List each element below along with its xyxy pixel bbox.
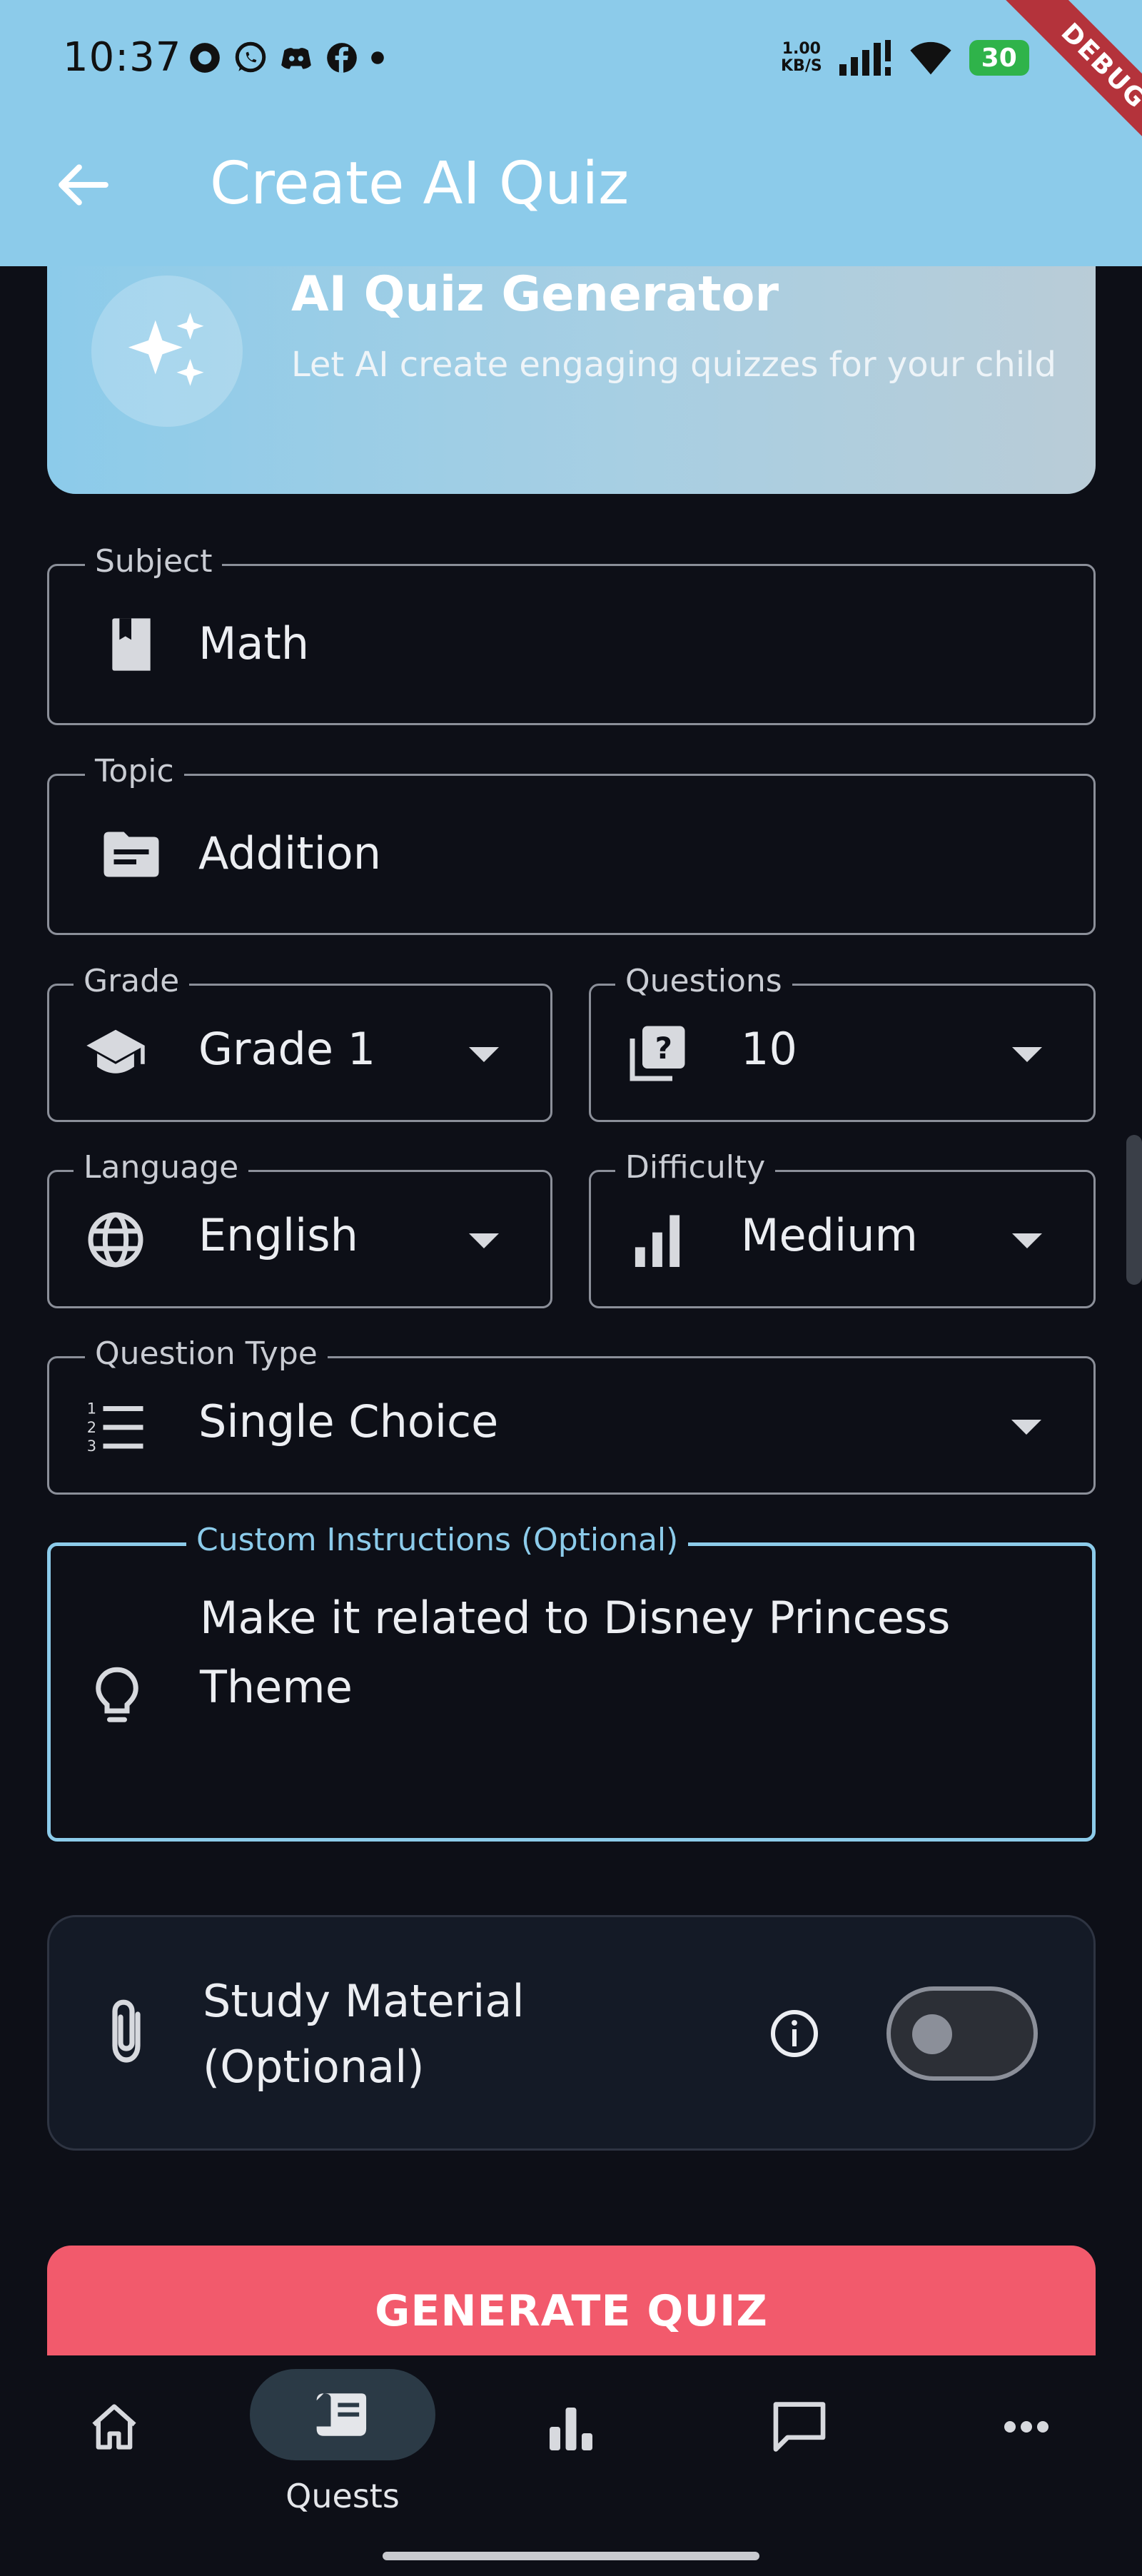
book-icon xyxy=(99,612,163,677)
scrollbar-thumb[interactable] xyxy=(1126,1135,1142,1285)
notification-app-icon xyxy=(190,43,220,73)
topic-label: Topic xyxy=(85,753,184,789)
difficulty-dropdown[interactable]: Difficulty Medium xyxy=(589,1149,1096,1308)
arrow-back-icon xyxy=(59,164,108,206)
network-speed-value: 1.00 xyxy=(782,40,821,58)
custom-instructions-line2: Theme xyxy=(200,1661,353,1713)
custom-instructions-label: Custom Instructions (Optional) xyxy=(186,1522,689,1558)
cell-signal-icon xyxy=(839,40,891,76)
home-icon xyxy=(92,2404,136,2450)
subject-field[interactable]: Subject Math xyxy=(47,543,1096,725)
quiz-icon: ? xyxy=(625,1021,689,1086)
app-header: 10:37 1.00 KB/S 30 DEBUG Create AI Quiz xyxy=(0,0,1142,266)
paperclip-icon xyxy=(106,1997,146,2069)
lightbulb-icon xyxy=(85,1664,149,1728)
chevron-down-icon xyxy=(1012,1047,1042,1062)
topic-icon xyxy=(99,822,163,887)
bottom-navigation: Quests xyxy=(0,2355,1142,2576)
nav-home[interactable] xyxy=(71,2384,157,2470)
wifi-icon xyxy=(910,41,951,75)
chevron-down-icon xyxy=(1011,1420,1041,1435)
status-system-icons: 1.00 KB/S 30 xyxy=(781,39,1029,77)
questions-dropdown[interactable]: Questions ? 10 xyxy=(589,963,1096,1122)
grade-dropdown[interactable]: Grade Grade 1 xyxy=(47,963,552,1122)
more-horizontal-icon xyxy=(1004,2421,1048,2433)
generate-quiz-button[interactable]: GENERATE QUIZ xyxy=(47,2246,1096,2355)
questions-label: Questions xyxy=(615,963,792,999)
back-button[interactable] xyxy=(44,146,123,224)
scroll-icon xyxy=(316,2393,367,2436)
gesture-home-bar[interactable] xyxy=(383,2552,759,2560)
language-value: English xyxy=(198,1209,358,1261)
custom-instructions-field[interactable]: Custom Instructions (Optional) Make it r… xyxy=(47,1522,1096,1842)
status-notification-icons xyxy=(187,40,385,76)
question-type-value: Single Choice xyxy=(198,1395,499,1448)
topic-field[interactable]: Topic Addition xyxy=(47,753,1096,935)
toggle-knob xyxy=(912,2014,952,2054)
svg-text:2: 2 xyxy=(87,1419,96,1436)
discord-icon xyxy=(281,48,311,69)
battery-indicator: 30 xyxy=(969,40,1029,76)
study-material-toggle[interactable] xyxy=(886,1986,1038,2081)
custom-instructions-line1: Make it related to Disney Princess xyxy=(200,1592,951,1644)
chevron-down-icon xyxy=(1012,1233,1042,1248)
more-notifications-dot xyxy=(371,51,384,64)
nav-quests-label: Quests xyxy=(286,2477,400,2515)
svg-text:1: 1 xyxy=(87,1400,96,1418)
chat-icon xyxy=(773,2402,826,2452)
numbered-list-icon: 1 2 3 xyxy=(84,1394,148,1458)
info-icon[interactable] xyxy=(769,2008,820,2062)
subject-label: Subject xyxy=(85,543,223,580)
svg-text:3: 3 xyxy=(87,1438,96,1454)
study-material-label: Study Material (Optional) xyxy=(203,1969,702,2100)
chevron-down-icon xyxy=(469,1233,499,1248)
bar-chart-icon xyxy=(625,1208,689,1272)
grade-value: Grade 1 xyxy=(198,1023,376,1075)
whatsapp-icon xyxy=(235,41,266,73)
language-label: Language xyxy=(74,1149,249,1186)
page-title: Create AI Quiz xyxy=(210,150,630,218)
questions-value: 10 xyxy=(741,1023,797,1075)
study-material-optional: (Optional) xyxy=(203,2041,425,2093)
hero-title: AI Quiz Generator xyxy=(291,266,779,323)
school-icon xyxy=(84,1021,148,1086)
network-speed-unit: KB/S xyxy=(781,57,822,75)
sparkle-icon xyxy=(128,312,204,386)
language-dropdown[interactable]: Language English xyxy=(47,1149,552,1308)
svg-text:?: ? xyxy=(655,1031,672,1066)
hero-subtitle: Let AI create engaging quizzes for your … xyxy=(291,345,1056,385)
nav-quests[interactable] xyxy=(250,2369,435,2460)
debug-banner: DEBUG xyxy=(991,0,1142,178)
facebook-icon xyxy=(327,43,357,73)
subject-value: Math xyxy=(198,617,310,670)
hero-icon-badge xyxy=(91,276,243,427)
question-type-label: Question Type xyxy=(85,1335,328,1372)
network-speed: 1.00 KB/S xyxy=(781,41,822,75)
globe-icon xyxy=(84,1208,148,1272)
chevron-down-icon xyxy=(469,1047,499,1062)
study-material-card: Study Material (Optional) xyxy=(47,1915,1096,2151)
nav-more[interactable] xyxy=(984,2384,1069,2470)
question-type-dropdown[interactable]: Question Type 1 2 3 Single Choice xyxy=(47,1335,1096,1495)
status-time: 10:37 xyxy=(63,34,182,81)
grade-label: Grade xyxy=(74,963,190,999)
nav-chat[interactable] xyxy=(757,2384,842,2470)
topic-value: Addition xyxy=(198,827,382,879)
difficulty-label: Difficulty xyxy=(615,1149,776,1186)
nav-stats[interactable] xyxy=(528,2384,614,2470)
stats-icon xyxy=(550,2408,592,2450)
ai-quiz-generator-card: AI Quiz Generator Let AI create engaging… xyxy=(47,266,1096,494)
difficulty-value: Medium xyxy=(741,1209,918,1261)
study-material-title: Study Material xyxy=(203,1975,525,2027)
